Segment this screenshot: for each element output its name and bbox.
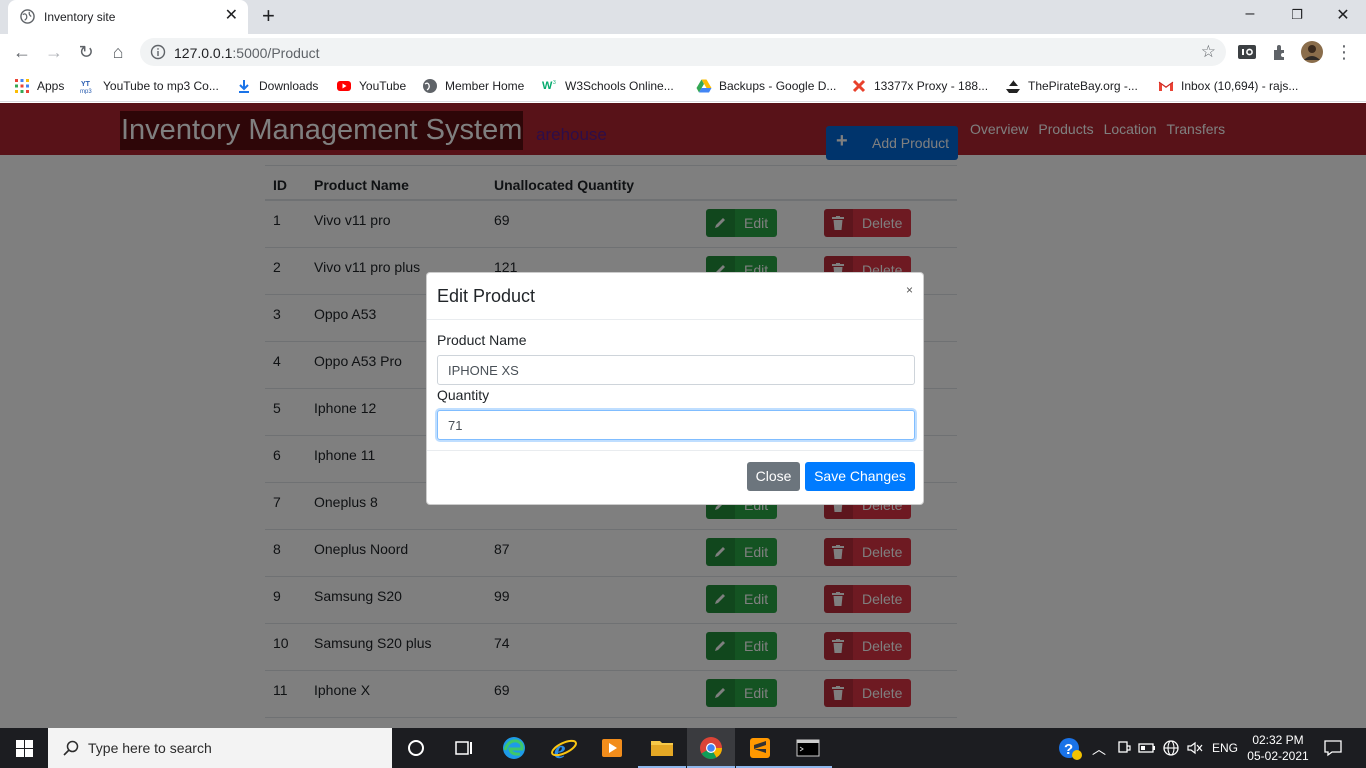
forward-icon[interactable]: →	[42, 40, 66, 64]
product-name-input[interactable]	[437, 355, 915, 385]
globe-icon	[423, 79, 437, 93]
pirate-ship-icon	[1006, 79, 1020, 93]
svg-text:YT: YT	[81, 81, 91, 88]
bookmark-star-icon[interactable]: ☆	[1201, 42, 1216, 62]
modal-close-icon[interactable]: ×	[906, 283, 913, 297]
svg-text:3: 3	[553, 80, 556, 86]
sublime-app[interactable]	[736, 728, 784, 768]
sublime-text-icon	[750, 738, 770, 758]
svg-text:?: ?	[1064, 741, 1073, 758]
save-changes-button[interactable]: Save Changes	[805, 462, 915, 491]
terminal-app[interactable]	[784, 728, 832, 768]
volume-muted-icon[interactable]	[1186, 740, 1204, 756]
language-indicator[interactable]: ENG	[1212, 741, 1238, 768]
chrome-app[interactable]	[687, 728, 735, 768]
apps-grid-icon	[15, 79, 29, 93]
close-button[interactable]: Close	[747, 462, 800, 491]
google-drive-icon	[696, 79, 712, 93]
x-icon	[852, 79, 866, 93]
address-bar[interactable]: 127.0.0.1:5000/Product ☆	[140, 38, 1226, 66]
download-icon	[239, 80, 249, 93]
modal-header: Edit Product ×	[427, 273, 923, 320]
task-view-app[interactable]	[440, 728, 488, 768]
avatar[interactable]	[1301, 41, 1323, 63]
windows-taskbar: Type here to search e ? ︿ ENG 02:32 PM 0…	[0, 728, 1366, 768]
new-tab-icon[interactable]: +	[262, 4, 275, 28]
window-close-icon[interactable]: ✕	[1333, 5, 1353, 25]
task-view-icon	[455, 741, 472, 755]
bookmark-apps[interactable]: Apps	[14, 76, 64, 96]
browser-toolbar: ← → ↻ ⌂ 127.0.0.1:5000/Product ☆ ⋮	[0, 34, 1366, 70]
minimize-icon[interactable]: –	[1240, 5, 1260, 23]
bookmark-downloads[interactable]: Downloads	[236, 76, 318, 96]
youtube-icon	[337, 81, 351, 91]
info-icon[interactable]	[150, 44, 166, 60]
notifications-icon[interactable]	[1324, 739, 1342, 757]
globe-icon	[20, 9, 35, 24]
reload-icon[interactable]: ↻	[74, 40, 98, 64]
bookmarks-bar: Apps YT mp3 YouTube to mp3 Co... Downloa…	[0, 70, 1366, 102]
bookmark-member-home[interactable]: Member Home	[422, 76, 524, 96]
svg-text:e: e	[554, 735, 566, 764]
command-prompt-icon	[796, 739, 820, 757]
bookmark-yt-mp3[interactable]: YT mp3 YouTube to mp3 Co...	[80, 76, 219, 96]
network-device-icon[interactable]	[1116, 740, 1132, 756]
bookmark-youtube[interactable]: YouTube	[336, 76, 406, 96]
windows-start-icon[interactable]	[16, 740, 33, 757]
restore-icon[interactable]: ❐	[1287, 7, 1307, 23]
bookmark-w3schools[interactable]: W 3 W3Schools Online...	[542, 76, 674, 96]
quantity-input[interactable]	[437, 410, 915, 440]
page-viewport: Inventory Management System arehouse + A…	[0, 103, 1366, 728]
cortana-app[interactable]	[392, 728, 440, 768]
ie-app[interactable]: e	[540, 728, 588, 768]
quantity-label: Quantity	[437, 387, 490, 403]
modal-title: Edit Product	[437, 286, 536, 306]
edge-app[interactable]	[490, 728, 538, 768]
svg-text:W: W	[542, 80, 553, 92]
search-icon	[63, 740, 79, 756]
bookmark-13377x[interactable]: 13377x Proxy - 188...	[851, 76, 988, 96]
media-player-icon	[602, 739, 622, 757]
bookmark-google-drive[interactable]: Backups - Google D...	[696, 76, 836, 96]
svg-text:mp3: mp3	[80, 89, 92, 94]
media-player-app[interactable]	[588, 728, 636, 768]
taskbar-search[interactable]: Type here to search	[48, 728, 392, 768]
browser-tabstrip: Inventory site ✕ + – ❐ ✕	[0, 0, 1366, 34]
yt-mp3-icon: YT mp3	[80, 81, 92, 94]
chrome-icon	[700, 737, 722, 759]
extension-io-icon[interactable]	[1237, 42, 1257, 62]
cortana-circle-icon	[408, 740, 424, 756]
battery-icon[interactable]	[1138, 740, 1156, 756]
home-icon[interactable]: ⌂	[106, 40, 130, 64]
edge-icon	[503, 737, 525, 759]
folder-icon	[651, 741, 673, 756]
browser-tab[interactable]: Inventory site ✕	[8, 0, 248, 34]
tab-close-icon[interactable]: ✕	[225, 7, 238, 25]
edit-product-modal: Edit Product × Product Name Quantity Clo…	[426, 272, 924, 505]
bookmark-piratebay[interactable]: ThePirateBay.org -...	[1005, 76, 1138, 96]
extensions-puzzle-icon[interactable]	[1270, 42, 1290, 62]
gmail-icon	[1158, 81, 1174, 91]
help-question-icon[interactable]: ?	[1058, 737, 1082, 761]
url-text: 127.0.0.1:5000/Product	[174, 45, 320, 61]
back-icon[interactable]: ←	[10, 40, 34, 64]
tray-chevron-icon[interactable]: ︿	[1092, 739, 1106, 768]
modal-footer: Close Save Changes	[427, 450, 923, 506]
internet-explorer-icon: e	[551, 735, 577, 764]
menu-kebab-icon[interactable]: ⋮	[1332, 40, 1356, 64]
file-explorer-app[interactable]	[638, 728, 686, 768]
tab-title: Inventory site	[44, 10, 116, 24]
system-clock[interactable]: 02:32 PM 05-02-2021	[1246, 732, 1310, 764]
globe-network-icon[interactable]	[1162, 739, 1180, 757]
w3schools-icon: W 3	[542, 80, 556, 92]
product-name-label: Product Name	[437, 332, 527, 348]
search-placeholder: Type here to search	[88, 740, 212, 756]
bookmark-gmail[interactable]: Inbox (10,694) - rajs...	[1158, 76, 1298, 96]
